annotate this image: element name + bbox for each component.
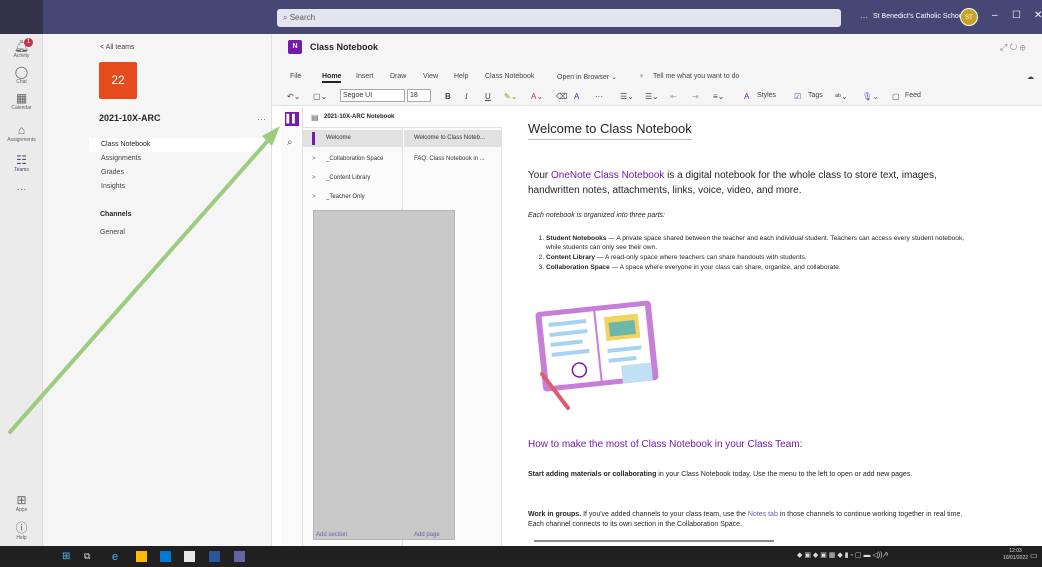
- windows-start-icon[interactable]: ⊞: [62, 551, 73, 562]
- clock-time: 12:03: [1009, 548, 1022, 554]
- outlook-icon[interactable]: [160, 551, 171, 562]
- word-icon[interactable]: [209, 551, 220, 562]
- system-tray-icons[interactable]: ◆ ▣ ◆ ▣ ▦ ◆ ▮ ▫ ▢ ▬ ◁)) ⁄ᵃ: [797, 551, 888, 559]
- annotation-arrow: [8, 126, 280, 434]
- edge-icon[interactable]: e: [112, 551, 123, 563]
- file-explorer-icon[interactable]: [136, 551, 147, 562]
- notifications-icon[interactable]: ▭: [1030, 551, 1038, 560]
- teams-taskbar-icon[interactable]: [234, 551, 245, 562]
- arrow-shaft: [8, 134, 274, 434]
- mail-icon[interactable]: [184, 551, 195, 562]
- task-view-icon[interactable]: ⧉: [84, 551, 95, 562]
- clock-date: 10/01/2022: [1003, 555, 1029, 561]
- taskbar-clock[interactable]: 12:03 10/01/2022: [1003, 548, 1028, 562]
